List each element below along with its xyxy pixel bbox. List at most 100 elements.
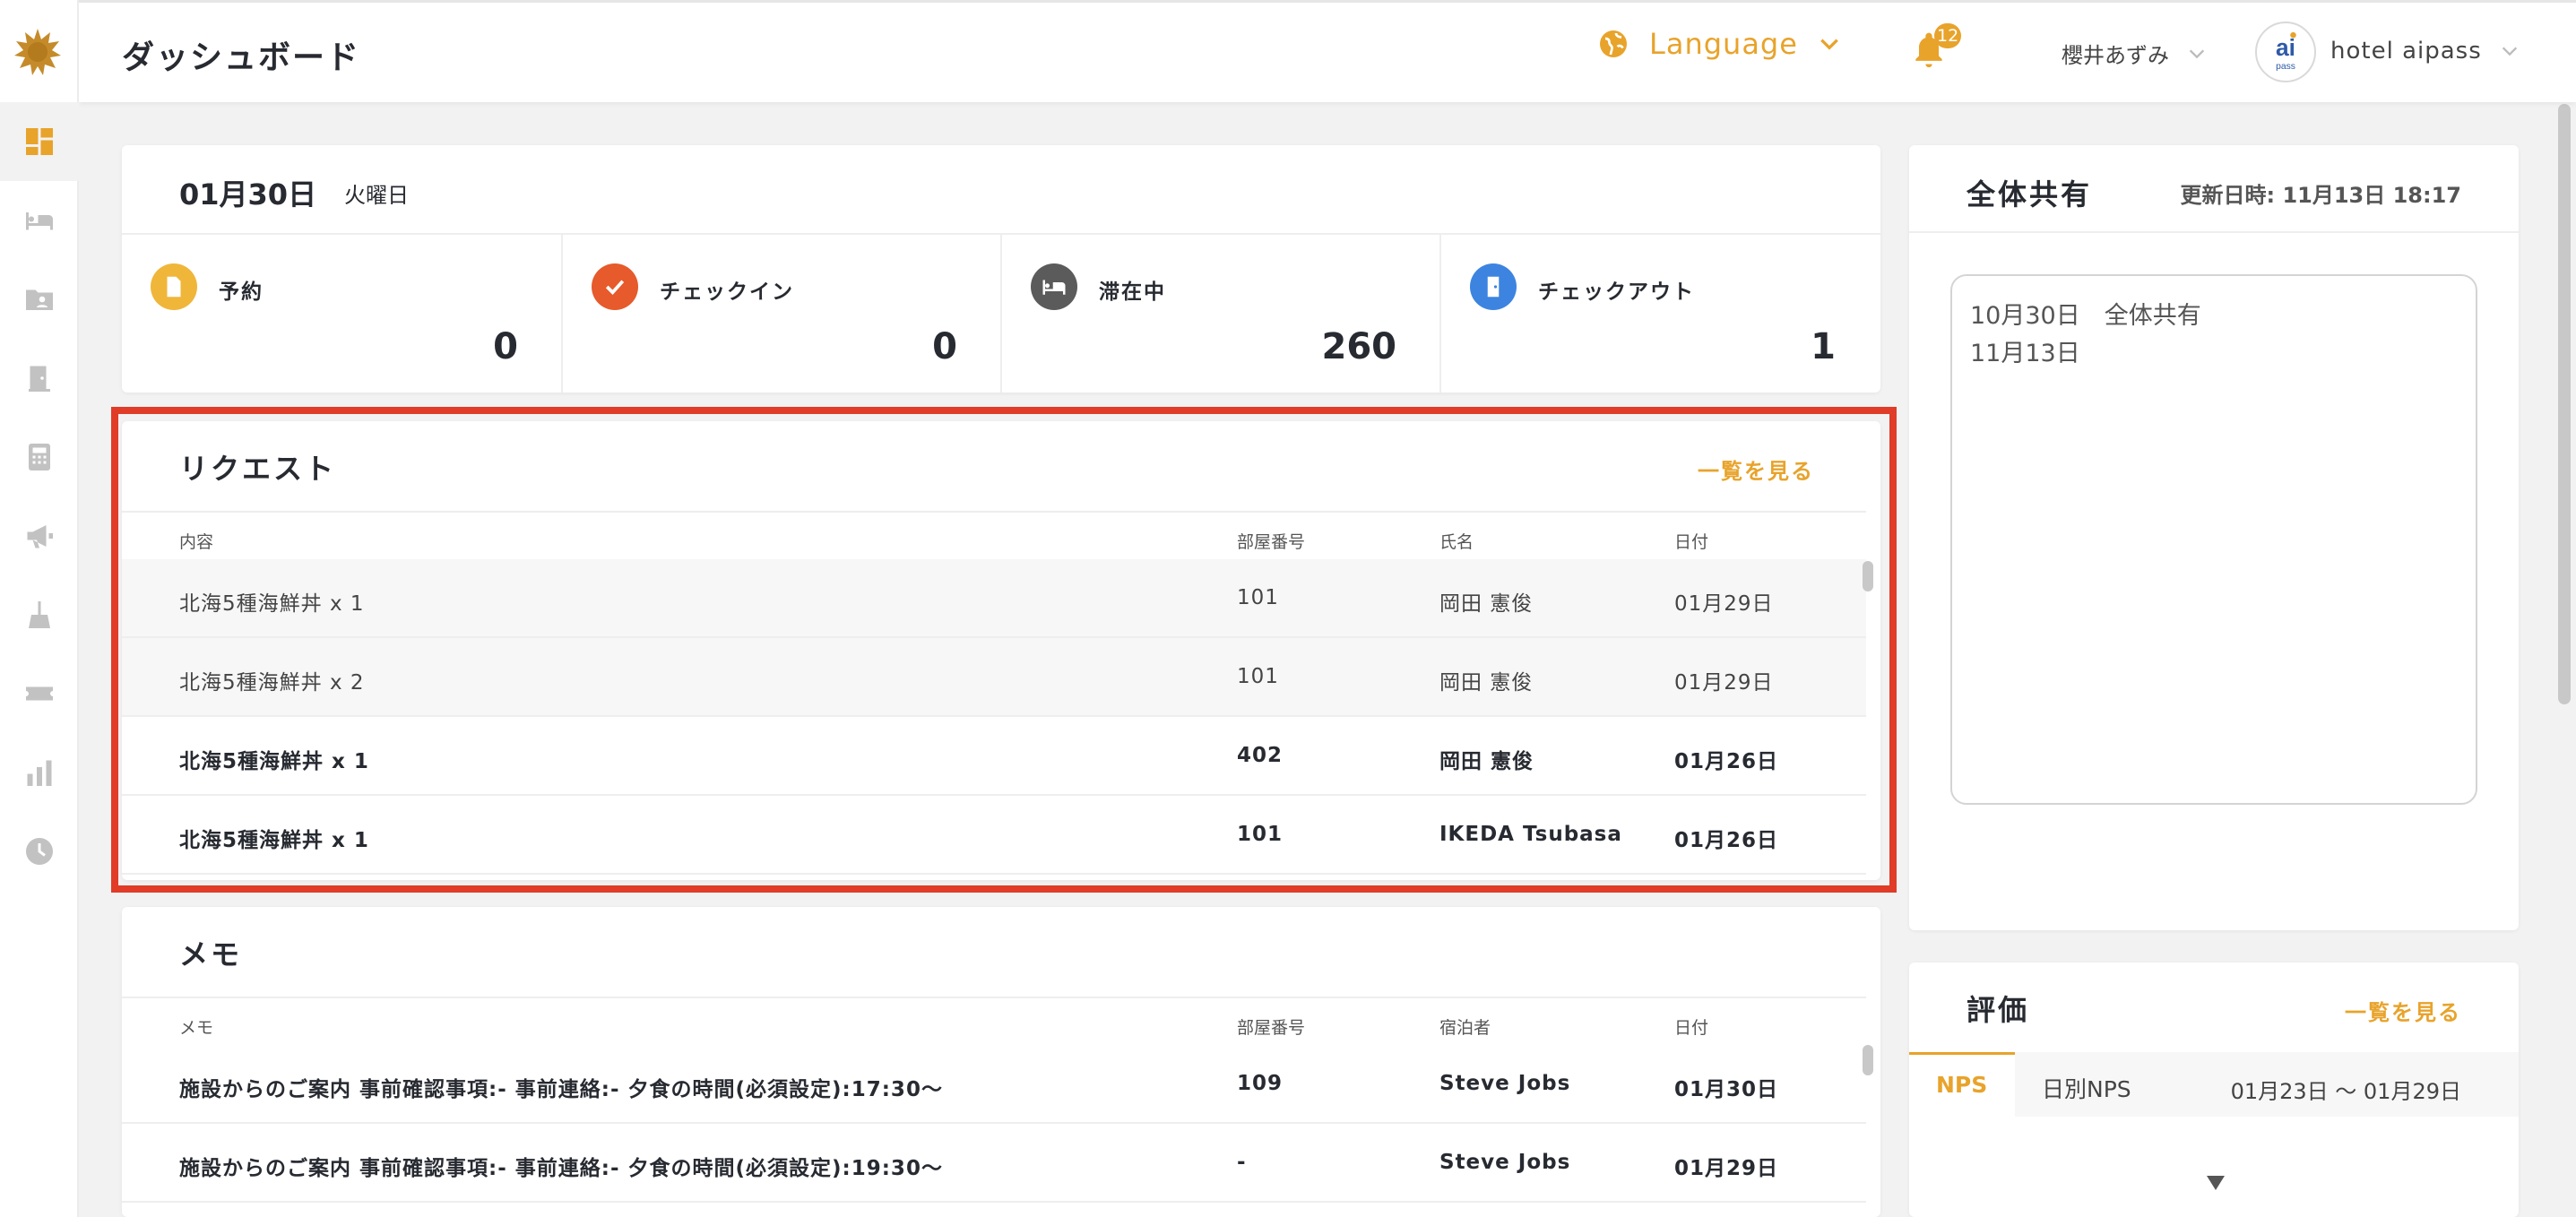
memo-text: 施設からのご案内 事前確認事項:- 事前連絡:- 夕食の時間(必須設定):19:… (179, 1157, 943, 1180)
requests-see-all-link[interactable]: 一覧を見る (1698, 453, 1814, 485)
memo-scrollbar[interactable] (1863, 1045, 1873, 1075)
evaluation-card: 評価 一覧を見る NPS 日別NPS 01月23日 〜 01月29日 (1909, 962, 2519, 1217)
user-menu[interactable]: 櫻井あずみ (2062, 38, 2207, 69)
calculator-icon (29, 444, 50, 470)
shared-title: 全体共有 (1967, 177, 2093, 211)
aipass-sun-logo[interactable] (13, 27, 63, 77)
column-header: 宿泊者 (1439, 1018, 1491, 1038)
request-content: 北海5種海鮮丼 x 1 (179, 592, 365, 616)
folder-user-icon (26, 289, 53, 310)
hotel-menu[interactable]: hotel aipass (2330, 38, 2520, 65)
nav-checkout[interactable] (0, 339, 79, 418)
nav-cleaning[interactable] (0, 575, 79, 654)
stat-reservations[interactable]: 予約 0 (122, 235, 561, 393)
column-header: 部屋番号 (1237, 1018, 1306, 1038)
chevron-down-icon (2502, 47, 2517, 56)
caret-down-icon[interactable] (2205, 1174, 2226, 1192)
nav-history[interactable] (0, 812, 79, 891)
room-number: 101 (1237, 823, 1284, 846)
stat-value: 0 (932, 326, 957, 367)
request-date: 01月29日 (1674, 671, 1774, 695)
nav-guests[interactable] (0, 260, 79, 339)
date-range: 01月23日 〜 01月29日 (2230, 1079, 2461, 1104)
shared-updated-time: 更新日時: 11月13日 18:17 (2180, 183, 2462, 208)
stat-value: 1 (1811, 326, 1836, 367)
hotel-name: hotel aipass (2330, 38, 2482, 65)
column-header: 日付 (1674, 532, 1709, 552)
stat-value: 260 (1321, 326, 1397, 367)
page-scrollbar[interactable] (2558, 104, 2571, 704)
requests-scrollbar[interactable] (1863, 561, 1873, 591)
guest-name: 岡田 憲俊 (1439, 592, 1534, 616)
table-row[interactable]: 北海5種海鮮丼 x 1 101 岡田 憲俊 01月29日 (122, 559, 1866, 638)
stat-checkout[interactable]: チェックアウト 1 (1439, 235, 1879, 393)
room-number: 109 (1237, 1072, 1284, 1095)
guest-name: Steve Jobs (1439, 1151, 1571, 1174)
memo-date: 01月30日 (1674, 1078, 1779, 1101)
table-row[interactable]: 北海5種海鮮丼 x 1 101 IKEDA Tsubasa 01月26日 (122, 796, 1866, 875)
language-label: Language (1649, 27, 1798, 61)
nav-rooms[interactable] (0, 181, 79, 260)
memo-text: 施設からのご案内 事前確認事項:- 事前連絡:- 夕食の時間(必須設定):17:… (179, 1078, 943, 1101)
dashboard-icon (26, 128, 53, 155)
column-header: メモ (179, 1018, 214, 1038)
shared-notes-textarea[interactable]: 10月30日 全体共有 11月13日 (1950, 274, 2477, 805)
nav-tickets[interactable] (0, 654, 79, 733)
stat-value: 0 (493, 326, 518, 367)
bar-chart-icon (27, 760, 52, 786)
bed-icon (1031, 263, 1077, 310)
stat-checkin[interactable]: チェックイン 0 (561, 235, 1000, 393)
table-row[interactable]: 北海5種海鮮丼 x 2 101 岡田 憲俊 01月29日 (122, 638, 1866, 717)
stat-label: チェックイン (660, 281, 794, 304)
requests-card: リクエスト 一覧を見る 内容 部屋番号 氏名 日付 北海5種海鮮丼 x 1 10… (122, 421, 1880, 880)
room-number: 402 (1237, 744, 1284, 767)
nav-analytics[interactable] (0, 733, 79, 812)
hotel-avatar[interactable]: ai pass (2255, 22, 2316, 82)
chevron-down-icon (1820, 39, 1838, 50)
check-icon (592, 263, 638, 310)
tab-daily-nps[interactable]: 日別NPS (2042, 1072, 2131, 1104)
stat-label: チェックアウト (1538, 281, 1695, 304)
stat-label: 滞在中 (1099, 281, 1166, 304)
table-header: メモ 部屋番号 宿泊者 日付 (122, 997, 1866, 1045)
shared-note-line: 11月13日 (1970, 340, 2080, 367)
guest-name: 岡田 憲俊 (1439, 671, 1534, 695)
room-number: 101 (1237, 586, 1279, 609)
table-row[interactable]: 施設からのご案内 事前確認事項:- 事前連絡:- 夕食の時間(必須設定):17:… (122, 1045, 1866, 1124)
nav-accounting[interactable] (0, 418, 79, 496)
document-icon (151, 263, 197, 310)
evaluation-see-all-link[interactable]: 一覧を見る (2345, 995, 2461, 1026)
chevron-down-icon (2189, 49, 2205, 58)
tab-nps[interactable]: NPS (1936, 1072, 1987, 1098)
bed-icon (26, 212, 53, 230)
current-weekday: 火曜日 (344, 183, 409, 208)
sidebar (0, 0, 79, 1217)
guest-name: Steve Jobs (1439, 1072, 1571, 1095)
nav-dashboard[interactable] (0, 102, 79, 181)
column-header: 氏名 (1439, 532, 1474, 552)
language-selector[interactable]: Language (1597, 27, 1841, 61)
globe-icon (1600, 30, 1627, 57)
table-row[interactable]: 北海5種海鮮丼 x 1 402 岡田 憲俊 01月26日 (122, 717, 1866, 796)
door-icon (29, 366, 50, 392)
ticket-icon (26, 686, 53, 701)
memo-title: メモ (179, 937, 243, 971)
table-row[interactable]: 施設からのご案内 事前確認事項:- 事前連絡:- 夕食の時間(必須設定):19:… (122, 1124, 1866, 1203)
stat-label: 予約 (219, 281, 264, 304)
megaphone-icon (27, 525, 53, 548)
stat-staying[interactable]: 滞在中 260 (1000, 235, 1439, 393)
table-header: 内容 部屋番号 氏名 日付 (122, 511, 1866, 559)
svg-text:pass: pass (2276, 62, 2295, 72)
request-date: 01月29日 (1674, 592, 1774, 616)
nav-notices[interactable] (0, 496, 79, 575)
room-number: 101 (1237, 665, 1279, 688)
user-name: 櫻井あずみ (2062, 43, 2169, 68)
notification-badge: 12 (1934, 23, 1962, 48)
door-icon (1470, 263, 1517, 310)
room-number: - (1237, 1151, 1247, 1174)
memo-card: メモ メモ 部屋番号 宿泊者 日付 施設からのご案内 事前確認事項:- 事前連絡… (122, 907, 1880, 1217)
request-date: 01月26日 (1674, 829, 1779, 852)
request-content: 北海5種海鮮丼 x 2 (179, 671, 365, 695)
evaluation-title: 評価 (1967, 993, 2030, 1027)
date-summary-card: 01月30日 火曜日 予約 0 チェックイン 0 滞在中 260 チェックアウト… (122, 145, 1880, 393)
